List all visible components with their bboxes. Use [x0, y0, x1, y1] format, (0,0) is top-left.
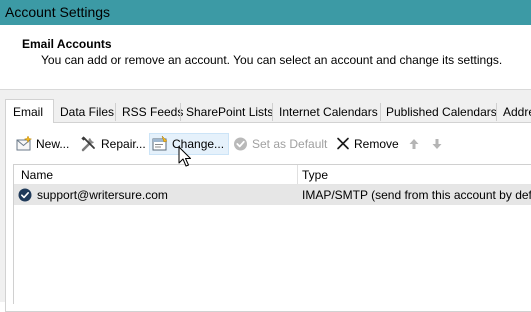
new-account-button[interactable]: New...	[16, 134, 72, 154]
mouse-pointer-icon	[178, 146, 192, 168]
tab-divider	[272, 103, 273, 121]
remove-x-icon	[335, 135, 353, 153]
window-title: Account Settings	[5, 4, 111, 20]
remove-account-label: Remove	[354, 137, 399, 151]
tab-internet-calendars-label: Internet Calendars	[279, 105, 378, 119]
section-title: Email Accounts	[22, 37, 112, 51]
tab-published-calendars-label: Published Calendars	[386, 105, 497, 119]
tab-divider	[380, 103, 381, 121]
tab-divider	[115, 103, 116, 121]
default-account-check-icon	[18, 188, 32, 202]
arrow-up-icon	[405, 135, 423, 153]
set-as-default-label: Set as Default	[252, 137, 328, 151]
tab-email[interactable]: Email	[5, 99, 54, 123]
column-header-name[interactable]: Name	[21, 165, 53, 185]
tab-data-files-label: Data Files	[60, 105, 115, 119]
repair-tools-icon	[80, 135, 98, 153]
tab-rss-feeds-label: RSS Feeds	[122, 105, 184, 119]
column-header-type[interactable]: Type	[302, 165, 328, 185]
remove-account-button[interactable]: Remove	[335, 134, 399, 154]
tab-published-calendars[interactable]: Published Calendars	[386, 101, 497, 123]
check-circle-icon	[232, 135, 250, 153]
account-name-cell: support@writersure.com	[37, 188, 168, 202]
tab-address-books[interactable]: Addre	[503, 101, 531, 123]
account-type-cell: IMAP/SMTP (send from this account by def…	[302, 188, 531, 202]
dialog-header: Email Accounts You can add or remove an …	[0, 25, 531, 89]
new-account-label: New...	[36, 137, 70, 151]
tab-address-books-label: Addre	[503, 105, 531, 119]
repair-account-label: Repair...	[101, 137, 146, 151]
move-up-button[interactable]	[405, 134, 423, 154]
new-mail-icon	[16, 135, 34, 153]
column-divider[interactable]	[297, 165, 298, 185]
change-settings-icon	[151, 135, 169, 153]
tab-divider	[180, 103, 181, 121]
tab-email-label: Email	[13, 105, 44, 119]
tab-sharepoint-lists[interactable]: SharePoint Lists	[186, 101, 273, 123]
tab-divider	[496, 103, 497, 121]
tab-internet-calendars[interactable]: Internet Calendars	[279, 101, 378, 123]
move-down-button[interactable]	[428, 134, 446, 154]
repair-account-button[interactable]: Repair...	[80, 134, 146, 154]
arrow-down-icon	[428, 135, 446, 153]
tab-sharepoint-lists-label: SharePoint Lists	[186, 105, 274, 119]
title-bar: Account Settings	[0, 0, 531, 25]
tab-rss-feeds[interactable]: RSS Feeds	[122, 101, 183, 123]
tab-data-files[interactable]: Data Files	[60, 101, 114, 123]
section-description: You can add or remove an account. You ca…	[41, 53, 503, 67]
set-as-default-button[interactable]: Set as Default	[232, 134, 328, 154]
